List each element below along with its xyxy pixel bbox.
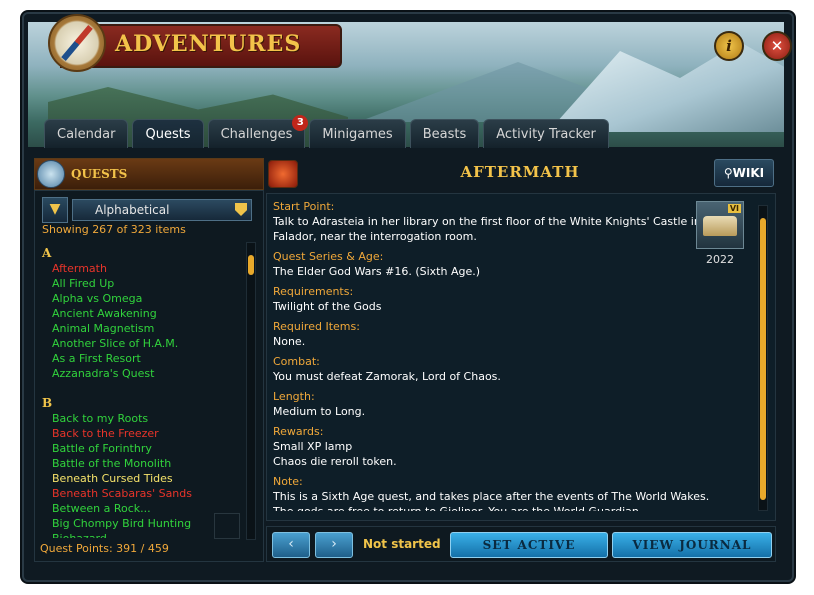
- quests-panel-header: QUESTS: [34, 158, 264, 190]
- detail-label: Required Items:: [273, 320, 360, 333]
- age-badge: VI: [727, 204, 741, 213]
- chevron-right-icon: ›: [331, 536, 337, 552]
- quest-list-item[interactable]: Alpha vs Omega: [52, 291, 246, 306]
- detail-block: Note: This is a Sixth Age quest, and take…: [273, 474, 713, 511]
- detail-value: Medium to Long.: [273, 405, 366, 418]
- quest-list-item[interactable]: Another Slice of H.A.M.: [52, 336, 246, 351]
- quest-list-item[interactable]: As a First Resort: [52, 351, 246, 366]
- tab-label: Minigames: [322, 126, 393, 142]
- set-active-button[interactable]: SET ACTIVE: [450, 532, 608, 558]
- detail-block: Required Items: None.: [273, 319, 713, 349]
- quest-list-scrollbar[interactable]: [246, 242, 256, 540]
- detail-label: Note:: [273, 475, 303, 488]
- detail-block: Length: Medium to Long.: [273, 389, 713, 419]
- quest-list-item[interactable]: Ancient Awakening: [52, 306, 246, 321]
- quest-list-item[interactable]: Animal Magnetism: [52, 321, 246, 336]
- wiki-button[interactable]: ⚲WIKI: [714, 159, 774, 187]
- tab-label: Beasts: [422, 126, 467, 142]
- quest-status: Not started: [363, 537, 441, 551]
- section-letter: B: [42, 396, 53, 410]
- tab-label: Quests: [145, 126, 191, 142]
- quest-points: Quest Points: 391 / 459: [40, 542, 169, 555]
- filter-icon: ▼: [49, 201, 61, 217]
- wiki-label: WIKI: [732, 166, 765, 180]
- list-gap: [38, 381, 246, 396]
- detail-block: Quest Series & Age: The Elder God Wars #1…: [273, 249, 713, 279]
- tab-label: Activity Tracker: [496, 126, 596, 142]
- quest-list-item[interactable]: Battle of Forinthry: [52, 441, 246, 456]
- sort-dropdown[interactable]: Alphabetical: [72, 199, 252, 221]
- release-year: 2022: [706, 253, 734, 266]
- compass-icon: [48, 14, 106, 72]
- detail-value: Twilight of the Gods: [273, 300, 382, 313]
- detail-label: Combat:: [273, 355, 320, 368]
- quest-list: A Aftermath All Fired Up Alpha vs Omega Anci…: [38, 246, 246, 538]
- quest-book-icon: VI: [696, 201, 744, 249]
- quest-list-item[interactable]: Back to my Roots: [52, 411, 246, 426]
- book-pages: [703, 216, 737, 236]
- scrollbar-thumb[interactable]: [760, 218, 766, 500]
- section-letter: A: [42, 246, 52, 260]
- tab-label: Challenges: [220, 126, 293, 142]
- showing-count: Showing 267 of 323 items: [42, 223, 186, 236]
- tab-calendar[interactable]: Calendar: [44, 119, 129, 148]
- sort-value: Alphabetical: [95, 203, 170, 217]
- scrollbar-thumb[interactable]: [248, 255, 254, 275]
- tab-quests[interactable]: Quests: [132, 119, 204, 148]
- detail-block: Requirements: Twilight of the Gods: [273, 284, 713, 314]
- detail-value: The Elder God Wars #16. (Sixth Age.): [273, 265, 481, 278]
- tab-beasts[interactable]: Beasts: [409, 119, 480, 148]
- detail-block: Combat: You must defeat Zamorak, Lord of …: [273, 354, 713, 384]
- previous-quest-button[interactable]: ‹: [272, 532, 310, 558]
- quest-details: Start Point: Talk to Adrasteia in her lib…: [273, 199, 713, 511]
- quest-crest-icon: [268, 160, 298, 188]
- info-button[interactable]: i: [714, 31, 744, 61]
- quests-panel-title: QUESTS: [71, 167, 128, 181]
- tab-challenges[interactable]: Challenges 3: [207, 115, 309, 148]
- chevron-down-icon: [235, 203, 247, 216]
- compass-rose-icon: [37, 160, 65, 188]
- next-quest-button[interactable]: ›: [315, 532, 353, 558]
- detail-label: Rewards:: [273, 425, 324, 438]
- quest-title: AFTERMATH: [460, 163, 580, 181]
- quest-list-item[interactable]: Aftermath: [52, 261, 246, 276]
- tab-bar: Calendar Quests Challenges 3 Minigames Be…: [44, 115, 609, 148]
- detail-block: Rewards: Small XP lamp Chaos die reroll t…: [273, 424, 713, 469]
- detail-value: Talk to Adrasteia in her library on the …: [273, 215, 701, 243]
- details-scrollbar[interactable]: [758, 205, 768, 511]
- magnifier-icon: ⚲: [723, 166, 733, 180]
- detail-label: Quest Series & Age:: [273, 250, 384, 263]
- tab-label: Calendar: [57, 126, 116, 142]
- detail-value: None.: [273, 335, 306, 348]
- close-icon: ✕: [770, 37, 784, 55]
- tab-activity-tracker[interactable]: Activity Tracker: [483, 119, 609, 148]
- detail-label: Requirements:: [273, 285, 354, 298]
- filter-button[interactable]: ▼: [42, 197, 68, 223]
- quest-list-item[interactable]: Azzanadra's Quest: [52, 366, 246, 381]
- close-button[interactable]: ✕: [762, 31, 792, 61]
- chevron-left-icon: ‹: [288, 536, 294, 552]
- tab-minigames[interactable]: Minigames: [309, 119, 406, 148]
- info-icon: i: [726, 37, 732, 55]
- detail-value: You must defeat Zamorak, Lord of Chaos.: [273, 370, 501, 383]
- detail-value: This is a Sixth Age quest, and takes pla…: [273, 490, 710, 511]
- quest-list-item[interactable]: Back to the Freezer: [52, 426, 246, 441]
- quest-list-item[interactable]: Beneath Cursed Tides: [52, 471, 246, 486]
- detail-value: Small XP lamp Chaos die reroll token.: [273, 440, 397, 468]
- quest-list-item[interactable]: Battle of the Monolith: [52, 456, 246, 471]
- window-title: ADVENTURES: [115, 31, 302, 57]
- notification-badge: 3: [292, 115, 309, 131]
- detail-block: Start Point: Talk to Adrasteia in her lib…: [273, 199, 713, 244]
- resize-corner-icon: [214, 513, 240, 539]
- view-journal-button[interactable]: VIEW JOURNAL: [612, 532, 772, 558]
- detail-label: Start Point:: [273, 200, 335, 213]
- quest-list-item[interactable]: All Fired Up: [52, 276, 246, 291]
- quest-list-item[interactable]: Beneath Scabaras' Sands: [52, 486, 246, 501]
- detail-label: Length:: [273, 390, 315, 403]
